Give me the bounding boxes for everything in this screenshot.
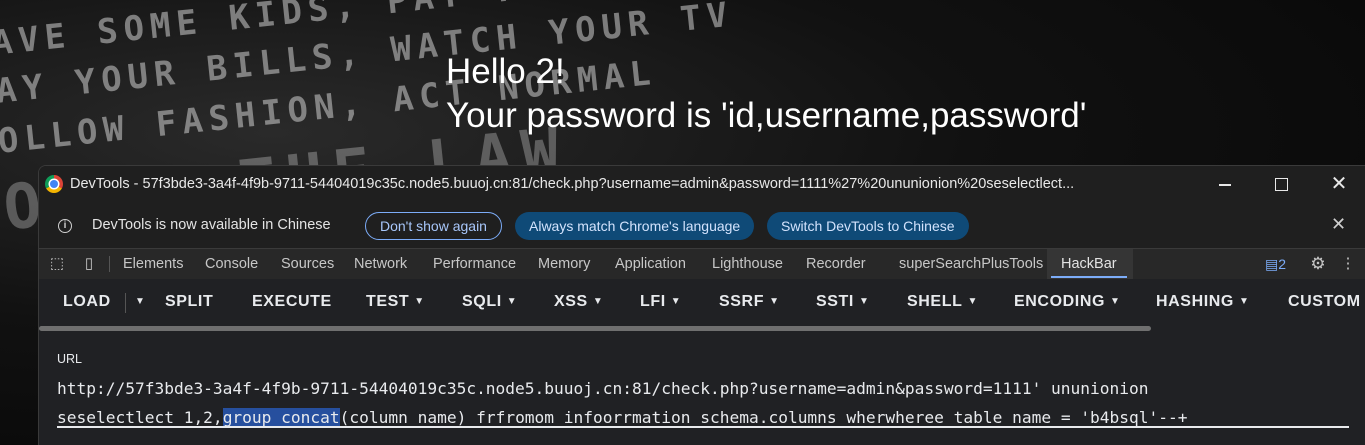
chevron-down-icon: ▼ [1110, 296, 1121, 307]
greeting-text: Hello 2! [446, 52, 565, 91]
custom-menu-button[interactable]: CUSTOM [1288, 293, 1361, 311]
divider [125, 293, 126, 313]
chevron-down-icon: ▼ [670, 296, 682, 307]
more-options-icon[interactable]: ⋮ [1339, 255, 1357, 273]
shell-menu-button[interactable]: SHELL ▼ [907, 293, 978, 311]
execute-button[interactable]: EXECUTE [252, 293, 332, 311]
tab-network[interactable]: Network [354, 256, 407, 272]
tab-memory[interactable]: Memory [538, 256, 590, 272]
chevron-down-icon: ▼ [592, 296, 604, 307]
url-selected-text: group_concat [222, 408, 340, 427]
issues-badge[interactable]: ▤2 [1265, 256, 1286, 273]
url-line-1: http://57f3bde3-3a4f-4f9b-9711-54404019c… [57, 379, 1149, 398]
url-textarea[interactable]: http://57f3bde3-3a4f-4f9b-9711-54404019c… [57, 374, 1357, 432]
lfi-menu-button[interactable]: LFI ▼ [640, 293, 681, 311]
scrollbar-thumb[interactable] [39, 326, 1151, 331]
language-infobar: i DevTools is now available in Chinese D… [39, 204, 1365, 247]
tab-application[interactable]: Application [615, 256, 686, 272]
sqli-menu-button[interactable]: SQLI ▼ [462, 293, 517, 311]
tab-sources[interactable]: Sources [281, 256, 334, 272]
xss-label: XSS [554, 293, 588, 310]
hackbar-url-panel: URL http://57f3bde3-3a4f-4f9b-9711-54404… [39, 333, 1365, 445]
window-title: DevTools - 57f3bde3-3a4f-4f9b-9711-54404… [70, 176, 1075, 192]
tab-lighthouse[interactable]: Lighthouse [712, 256, 783, 272]
devtools-tab-bar: ⬚ ▯ Elements Console Sources Network Per… [39, 248, 1365, 280]
sqli-label: SQLI [462, 293, 502, 310]
url-label: URL [57, 352, 83, 366]
tab-hackbar[interactable]: HackBar [1061, 256, 1117, 272]
url-line-2-prefix: seselectlect 1,2, [57, 408, 223, 427]
chevron-down-icon: ▼ [135, 296, 146, 307]
ssti-label: SSTI [816, 293, 854, 310]
test-label: TEST [366, 293, 410, 310]
gear-icon[interactable]: ⚙ [1309, 255, 1327, 273]
maximize-button[interactable] [1253, 166, 1309, 203]
load-dropdown-button[interactable]: ▼ [130, 293, 146, 311]
message-icon: ▤ [1265, 256, 1279, 272]
infobar-text: DevTools is now available in Chinese [92, 217, 331, 233]
shell-label: SHELL [907, 293, 963, 310]
chevron-down-icon: ▼ [506, 296, 518, 307]
inspect-element-icon[interactable]: ⬚ [48, 255, 66, 273]
test-menu-button[interactable]: TEST ▼ [366, 293, 425, 311]
hashing-label: HASHING [1156, 293, 1234, 310]
encoding-label: ENCODING [1014, 293, 1106, 310]
tab-console[interactable]: Console [205, 256, 258, 272]
minimize-icon [1219, 184, 1231, 186]
tab-recorder[interactable]: Recorder [806, 256, 866, 272]
active-tab-indicator [1051, 276, 1127, 278]
always-match-language-button[interactable]: Always match Chrome's language [515, 212, 755, 240]
chevron-down-icon: ▼ [1238, 296, 1250, 307]
url-field-underline [57, 426, 1349, 428]
infobar-close-icon[interactable]: ✕ [1331, 214, 1346, 235]
close-window-button[interactable]: ✕ [1311, 166, 1365, 203]
tab-supersearchplustools[interactable]: superSearchPlusTools [899, 256, 1043, 272]
title-bar[interactable]: DevTools - 57f3bde3-3a4f-4f9b-9711-54404… [39, 166, 1365, 203]
hashing-menu-button[interactable]: HASHING ▼ [1156, 293, 1249, 311]
switch-to-chinese-button[interactable]: Switch DevTools to Chinese [767, 212, 969, 240]
password-message: Your password is 'id,username,password' [446, 96, 1087, 135]
info-icon: i [58, 219, 72, 233]
xss-menu-button[interactable]: XSS ▼ [554, 293, 603, 311]
url-line-2-suffix: (column_name) frfromom infoorrmation_sch… [339, 408, 1188, 427]
hackbar-toolbar: LOAD ▼ SPLIT EXECUTE TEST ▼ SQLI ▼ XSS ▼ LF… [39, 279, 1365, 325]
encoding-menu-button[interactable]: ENCODING ▼ [1014, 293, 1121, 311]
tab-performance[interactable]: Performance [433, 256, 516, 272]
ssti-menu-button[interactable]: SSTI ▼ [816, 293, 869, 311]
lfi-label: LFI [640, 293, 666, 310]
chevron-down-icon: ▼ [858, 296, 870, 307]
chevron-down-icon: ▼ [769, 296, 780, 307]
ssrf-label: SSRF [719, 293, 765, 310]
tab-elements[interactable]: Elements [123, 256, 183, 272]
issues-count: 2 [1278, 256, 1287, 272]
divider [109, 256, 110, 272]
maximize-icon [1274, 178, 1288, 192]
devtools-window: DevTools - 57f3bde3-3a4f-4f9b-9711-54404… [38, 165, 1365, 445]
chevron-down-icon: ▼ [414, 296, 425, 307]
split-button[interactable]: SPLIT [165, 293, 213, 311]
chrome-logo-icon [45, 175, 63, 193]
minimize-button[interactable] [1197, 166, 1253, 203]
device-toolbar-icon[interactable]: ▯ [80, 255, 98, 273]
toolbar-scrollbar[interactable] [39, 325, 1365, 333]
load-button[interactable]: LOAD [63, 293, 111, 311]
ssrf-menu-button[interactable]: SSRF ▼ [719, 293, 780, 311]
page-response: Hello 2! Your password is 'id,username,p… [446, 50, 1086, 138]
chevron-down-icon: ▼ [967, 296, 978, 307]
dont-show-again-button[interactable]: Don't show again [365, 212, 502, 240]
